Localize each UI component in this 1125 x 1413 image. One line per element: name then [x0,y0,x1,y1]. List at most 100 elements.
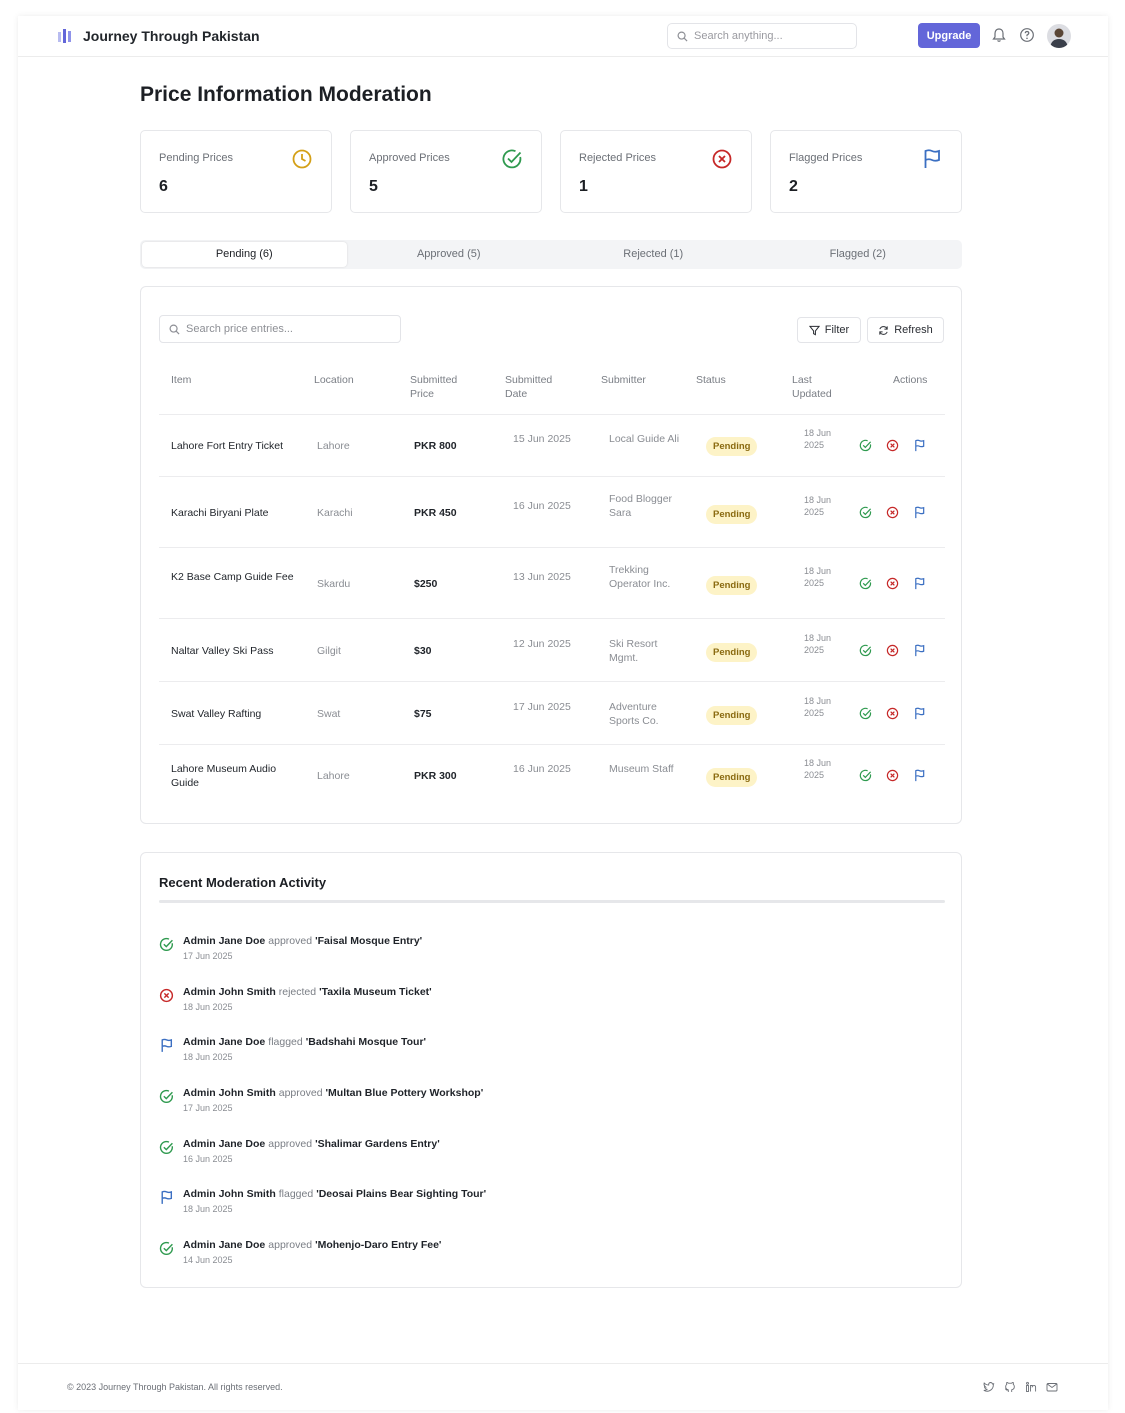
check-circle-icon [502,149,522,169]
refresh-button[interactable]: Refresh [867,317,944,343]
submitted-price: $30 [414,645,432,657]
copyright: © 2023 Journey Through Pakistan. All rig… [67,1382,283,1392]
status-badge: Pending [706,768,758,787]
activity-date: 17 Jun 2025 [183,1103,233,1113]
activity-user: Admin Jane Doe [183,1239,266,1251]
status-tabs: Pending (6) Approved (5) Rejected (1) Fl… [140,240,962,269]
approve-icon[interactable] [859,769,872,782]
reject-icon[interactable] [886,506,899,519]
item-name: Lahore Museum Audio Guide [171,763,277,789]
price-search[interactable] [159,315,401,343]
approve-icon[interactable] [859,439,872,452]
check-circle-icon [159,1089,173,1104]
flag-icon [924,149,940,168]
tab-approved[interactable]: Approved (5) [347,242,552,267]
flag-icon [161,1038,173,1052]
item-name: Karachi Biryani Plate [171,507,269,519]
flag-icon[interactable] [913,769,926,782]
tab-rejected[interactable]: Rejected (1) [551,242,756,267]
column-header-location[interactable]: Location [314,373,354,387]
activity-user: Admin John Smith [183,1087,276,1099]
activity-item: Admin Jane Doe flagged 'Badshahi Mosque To… [159,1036,859,1070]
flag-icon[interactable] [913,577,926,590]
page-title: Price Information Moderation [140,83,432,106]
submitted-date: 13 Jun 2025 [513,571,571,583]
submitted-price: PKR 300 [414,770,457,782]
table-row: Lahore Fort Entry Ticket Lahore PKR 800 … [159,414,945,476]
brand[interactable]: Journey Through Pakistan [57,27,260,45]
price-search-input[interactable] [186,323,386,335]
column-header-status[interactable]: Status [696,373,726,387]
flag-icon[interactable] [913,439,926,452]
location: Lahore [317,440,350,452]
location: Skardu [317,578,351,590]
bell-icon[interactable] [991,27,1007,43]
submitter: Local Guide Ali [609,433,680,445]
activity-item: Admin John Smith approved 'Multan Blue Pot… [159,1087,859,1121]
filter-button[interactable]: Filter [797,317,861,343]
location: Lahore [317,770,350,782]
submitter: Museum Staff [609,763,674,775]
activity-verb: flagged [268,1036,303,1048]
tab-flagged[interactable]: Flagged (2) [756,242,961,267]
activity-target: 'Faisal Mosque Entry' [315,935,423,947]
reject-icon[interactable] [886,769,899,782]
item-name: K2 Base Camp Guide Fee [171,571,294,583]
flag-icon[interactable] [913,707,926,720]
stat-value: 6 [159,178,168,195]
x-circle-icon [159,988,174,1003]
column-header-submitted-date[interactable]: Submitted Date [505,373,565,401]
stat-card-rejected: Rejected Prices 1 [560,130,752,213]
approve-icon[interactable] [859,506,872,519]
github-icon[interactable] [1004,1381,1016,1393]
stat-label: Rejected Prices [579,152,657,164]
location: Karachi [317,507,353,519]
mail-icon[interactable] [1046,1381,1058,1393]
column-header-item[interactable]: Item [171,373,191,387]
global-search-input[interactable] [694,30,844,42]
flag-icon[interactable] [913,506,926,519]
approve-icon[interactable] [859,577,872,590]
reject-icon[interactable] [886,707,899,720]
flag-icon[interactable] [913,644,926,657]
status-badge: Pending [706,437,758,456]
activity-item: Admin Jane Doe approved 'Mohenjo-Daro Entr… [159,1239,859,1273]
clock-icon [292,149,312,169]
approve-icon[interactable] [859,644,872,657]
check-circle-icon [159,1241,173,1256]
linkedin-icon[interactable] [1025,1381,1037,1393]
table-row: Swat Valley Rafting Swat $75 17 Jun 2025… [159,681,945,744]
check-circle-icon [159,937,173,952]
reject-icon[interactable] [886,439,899,452]
submitted-date: 16 Jun 2025 [513,500,571,512]
activity-user: Admin John Smith [183,986,276,998]
logo-icon [58,29,71,43]
location: Gilgit [317,645,341,657]
column-header-submitted-price[interactable]: Submitted Price [410,373,470,401]
submitted-date: 17 Jun 2025 [513,701,571,713]
submitted-date: 15 Jun 2025 [513,433,571,445]
upgrade-button[interactable]: Upgrade [918,23,980,48]
tab-pending[interactable]: Pending (6) [142,242,347,267]
avatar[interactable] [1047,24,1071,48]
activity-title: Recent Moderation Activity [159,875,327,890]
column-header-last-updated[interactable]: Last Updated [792,373,842,401]
user-avatar-icon [1050,28,1068,48]
activity-user: Admin John Smith [183,1188,276,1200]
activity-target: 'Deosai Plains Bear Sighting Tour' [316,1188,487,1200]
activity-target: 'Shalimar Gardens Entry' [315,1138,440,1150]
reject-icon[interactable] [886,644,899,657]
column-header-submitter[interactable]: Submitter [601,373,646,387]
twitter-icon[interactable] [983,1381,995,1393]
stat-label: Flagged Prices [789,152,863,164]
filter-label: Filter [824,324,850,336]
help-icon[interactable] [1019,27,1035,43]
refresh-label: Refresh [894,324,933,336]
submitter: Food Blogger Sara [609,493,673,519]
approve-icon[interactable] [859,707,872,720]
reject-icon[interactable] [886,577,899,590]
global-search[interactable] [667,23,857,49]
stat-card-flagged: Flagged Prices 2 [770,130,962,213]
flag-icon [161,1190,173,1204]
refresh-icon [879,325,888,335]
